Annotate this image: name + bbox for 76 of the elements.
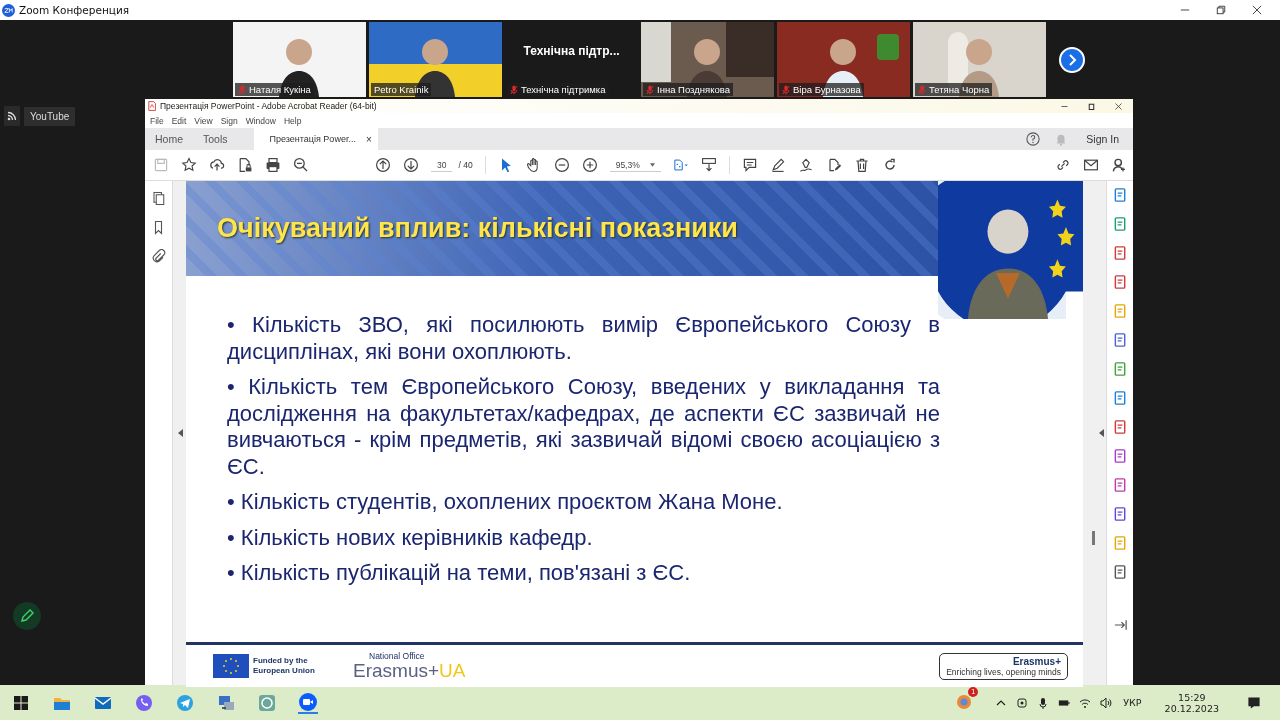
bullet-point: • Кількість ЗВО, які посилюють вимір Європейського Союзу в дисциплінах, які вони охоплюють. bbox=[227, 312, 940, 365]
zoom-out-icon[interactable] bbox=[553, 157, 570, 173]
bullet-point: • Кількість студентів, охоплених проєктом Жана Моне. bbox=[227, 489, 784, 516]
pdf-icon bbox=[148, 101, 156, 111]
funding-label: Funded by the European Union bbox=[253, 656, 316, 676]
fit-page-icon[interactable] bbox=[672, 157, 689, 173]
add-user-icon[interactable] bbox=[1111, 157, 1127, 173]
rss-icon[interactable] bbox=[4, 106, 20, 126]
menu-item[interactable]: File bbox=[150, 115, 164, 126]
collapse-left-icon[interactable] bbox=[178, 429, 183, 437]
slide-title: Очікуваний вплив: кількісні показники bbox=[216, 213, 738, 244]
erasmus-logo: Erasmus+ bbox=[353, 661, 440, 681]
zoom-dropdown[interactable]: 95,3% bbox=[609, 158, 661, 172]
window-title: Презентація PowerPoint - Adobe Acrobat Reader (64-bit) bbox=[160, 101, 377, 111]
pages-icon[interactable] bbox=[151, 191, 166, 206]
page-total: / 40 bbox=[458, 160, 473, 170]
microphone-icon[interactable] bbox=[1037, 696, 1050, 709]
bullet-point: • Кількість нових керівників кафедр. bbox=[227, 524, 594, 551]
participant-name: Віра Бурназова bbox=[793, 84, 861, 95]
restore-icon[interactable] bbox=[1216, 5, 1226, 15]
badge-title: Erasmus+ bbox=[1012, 655, 1061, 667]
office-label: National Office bbox=[368, 651, 426, 661]
close-tab-button[interactable]: × bbox=[365, 133, 372, 145]
menu-item[interactable]: Window bbox=[245, 115, 276, 126]
mail-icon[interactable] bbox=[1083, 157, 1099, 173]
country-code: UA bbox=[439, 661, 466, 681]
window-title: Zoom Конференция bbox=[19, 4, 130, 16]
scroll-thumb[interactable] bbox=[1092, 531, 1095, 545]
participant-name: Наталя Кукіна bbox=[249, 84, 311, 95]
expand-panel-icon[interactable] bbox=[1112, 617, 1128, 633]
star-icon[interactable] bbox=[181, 157, 197, 173]
tab[interactable]: Tools bbox=[193, 128, 238, 150]
widget-tab[interactable]: YouTube bbox=[24, 106, 76, 126]
tab[interactable]: Home bbox=[145, 128, 193, 150]
menu-item[interactable]: Edit bbox=[171, 115, 187, 126]
print-icon[interactable] bbox=[265, 157, 281, 173]
page-number-field[interactable]: 30 bbox=[431, 158, 453, 172]
close-icon[interactable] bbox=[1252, 5, 1262, 15]
menu-item[interactable]: View bbox=[194, 115, 213, 126]
speaker-icon[interactable] bbox=[1100, 696, 1113, 709]
clock-date[interactable]: 20.12.2023 bbox=[1164, 702, 1219, 714]
collapse-right-icon[interactable] bbox=[1099, 429, 1104, 437]
flag-icon bbox=[213, 654, 249, 678]
zoom-in-icon[interactable] bbox=[581, 157, 598, 173]
link-icon[interactable] bbox=[1055, 157, 1071, 173]
sign-in-button[interactable]: Sign In bbox=[1086, 133, 1119, 145]
clock-time[interactable]: 15:29 bbox=[1178, 691, 1206, 703]
bullet-point: • Кількість тем Європейського Союзу, введених у викладання та дослідження на факультетах/кафедрах, де аспекти ЄС зазвичай не вивчаються - крім предметів, які зазвичай відомі своєю асоціацією з ЄС. bbox=[227, 374, 940, 480]
paperclip-icon[interactable] bbox=[151, 249, 166, 264]
camera-icon[interactable] bbox=[1016, 696, 1029, 709]
caret-icon bbox=[649, 162, 655, 167]
restore-icon[interactable] bbox=[1087, 101, 1096, 111]
participant-name: Інна Позднякова bbox=[657, 84, 730, 95]
tab[interactable]: Презентація Power... × bbox=[253, 128, 378, 150]
scroll-mode-icon[interactable] bbox=[700, 157, 717, 173]
chat-app-icon[interactable] bbox=[257, 692, 277, 713]
phone-icon[interactable] bbox=[134, 692, 154, 713]
trash-icon[interactable] bbox=[853, 157, 870, 173]
participant-name: Технічна підтримка bbox=[521, 84, 606, 95]
next-icon[interactable] bbox=[1059, 46, 1085, 73]
participant-name: Тетяна Чорна bbox=[929, 84, 990, 95]
paper-plane-icon[interactable] bbox=[175, 692, 195, 713]
participant-name: Petro Krainik bbox=[374, 84, 429, 95]
notifications-icon[interactable] bbox=[1246, 694, 1262, 711]
close-icon[interactable] bbox=[1114, 101, 1123, 111]
participant-label: Технічна підтр... bbox=[523, 43, 620, 58]
language-indicator[interactable]: УКР bbox=[1123, 697, 1142, 708]
bullet-point: • Кількість публікацій на теми, пов'язані з ЄС. bbox=[227, 560, 692, 587]
menu-item[interactable]: Help bbox=[283, 115, 302, 126]
badge-subtitle: Enriching lives, opening minds bbox=[946, 666, 1061, 677]
cloud-upload-icon[interactable] bbox=[209, 157, 225, 173]
video-call-icon[interactable] bbox=[298, 691, 318, 714]
search-icon[interactable] bbox=[293, 157, 309, 173]
help-icon[interactable] bbox=[1026, 132, 1041, 146]
wifi-icon[interactable] bbox=[1079, 696, 1092, 709]
menu-item[interactable]: Sign bbox=[220, 115, 238, 126]
